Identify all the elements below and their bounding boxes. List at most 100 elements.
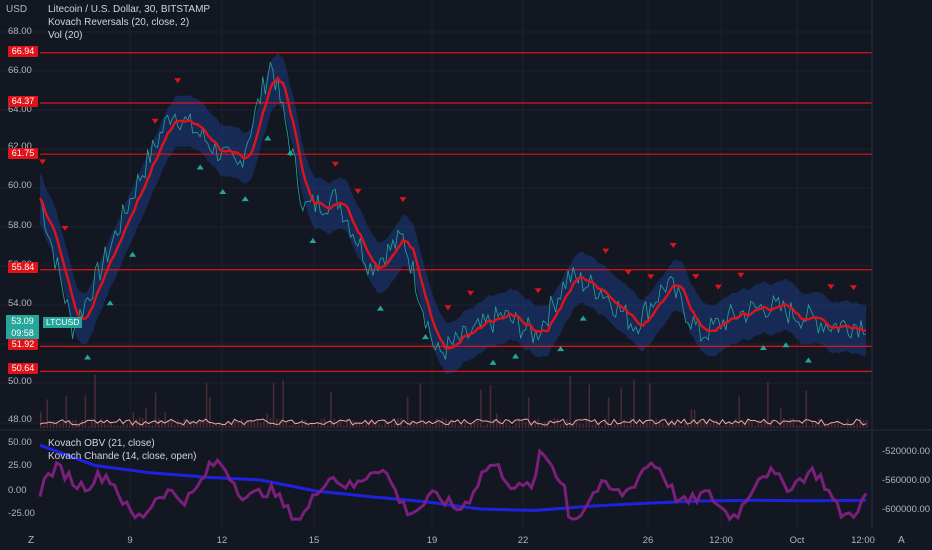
volume-bar	[515, 422, 517, 428]
volume-bar	[550, 425, 552, 428]
volume-bar	[760, 424, 763, 428]
volume-bar	[779, 408, 782, 428]
volume-bar	[853, 424, 855, 428]
volume-bar	[145, 407, 147, 428]
volume-bar	[177, 419, 179, 428]
volume-bar	[237, 422, 240, 428]
volume-bar	[212, 424, 214, 428]
volume-bar	[741, 424, 744, 428]
current-price: 53.09	[11, 316, 34, 326]
volume-bar	[307, 425, 310, 428]
volume-bar	[639, 423, 642, 428]
reversal-down-marker	[354, 188, 362, 194]
volume-bar	[751, 422, 753, 428]
indicator-kovach-reversals[interactable]: Kovach Reversals (20, close, 2)	[48, 17, 189, 28]
zoom-toggle-icon[interactable]: Z	[28, 535, 34, 546]
level-label: 66.94	[8, 46, 38, 57]
volume-bar	[719, 425, 721, 428]
volume-bar	[403, 425, 406, 428]
reversal-down-marker	[692, 274, 700, 280]
price-chart-canvas[interactable]	[0, 0, 932, 550]
volume-bar	[52, 420, 55, 428]
volume-bar	[355, 421, 358, 428]
time-tick: 12:00	[851, 535, 875, 546]
reversal-up-marker	[309, 238, 317, 244]
reversal-down-marker	[444, 305, 452, 311]
volume-bar	[802, 425, 804, 428]
volume-bar	[572, 425, 575, 428]
volume-bar	[62, 422, 64, 428]
volume-bar	[186, 423, 189, 428]
volume-bar	[467, 425, 469, 428]
volume-bar	[215, 424, 217, 428]
volume-bar	[815, 423, 817, 428]
volume-bar	[65, 395, 68, 428]
volume-bar	[856, 423, 858, 428]
reversal-up-marker	[759, 344, 767, 350]
volume-bar	[387, 421, 390, 428]
volume-bar	[457, 425, 460, 428]
level-label: 61.75	[8, 148, 38, 159]
volume-bar	[735, 418, 737, 428]
volume-bar	[783, 418, 785, 428]
reversal-down-marker	[624, 269, 632, 275]
volume-bar	[480, 389, 482, 428]
volume-bar	[438, 422, 441, 428]
volume-bar	[301, 418, 304, 428]
volume-bar	[620, 387, 622, 428]
indicator-kovach-obv[interactable]: Kovach OBV (21, close)	[48, 438, 155, 449]
volume-bar	[97, 424, 99, 428]
volume-bar	[225, 424, 227, 428]
reversal-down-marker	[534, 288, 542, 294]
volume-bar	[846, 418, 849, 428]
symbol-title[interactable]: Litecoin / U.S. Dollar, 30, BITSTAMP	[48, 4, 210, 15]
volume-bar	[314, 426, 316, 428]
kovach-reversal-band	[40, 52, 866, 374]
volume-bar	[260, 422, 262, 428]
volume-bar	[588, 384, 591, 428]
volume-bar	[49, 422, 52, 428]
volume-bar	[247, 420, 249, 428]
volume-bar	[327, 425, 329, 428]
volume-bar	[381, 425, 383, 428]
reversal-up-marker	[286, 150, 294, 156]
volume-bar	[263, 420, 265, 428]
volume-bar	[151, 425, 154, 428]
volume-bar	[645, 420, 648, 428]
volume-bar	[371, 422, 374, 428]
indicator-volume[interactable]: Vol (20)	[48, 30, 82, 41]
chande-tick: 0.00	[8, 485, 27, 496]
volume-bar	[684, 421, 686, 428]
volume-bar	[397, 418, 399, 428]
time-tick: 15	[308, 535, 320, 546]
reversal-down-marker	[331, 161, 339, 167]
volume-bar	[339, 419, 342, 428]
volume-bar	[75, 419, 77, 428]
volume-bar	[834, 424, 836, 428]
volume-bar	[199, 420, 202, 428]
volume-bar	[126, 424, 128, 428]
price-tick: 48.00	[8, 414, 32, 425]
volume-bar	[317, 423, 320, 428]
volume-bar	[767, 381, 769, 428]
indicator-kovach-chande[interactable]: Kovach Chande (14, close, open)	[48, 451, 196, 462]
volume-bar	[113, 425, 115, 428]
volume-bar	[527, 397, 530, 428]
volume-bar	[384, 422, 386, 428]
volume-bar	[610, 425, 613, 428]
volume-bar	[180, 424, 182, 428]
volume-bar	[840, 425, 843, 428]
volume-bar	[100, 418, 103, 428]
current-price-badge: 53.09 09:58	[6, 315, 39, 339]
volume-bar	[132, 412, 135, 428]
time-tick: 26	[642, 535, 654, 546]
volume-bar	[435, 418, 438, 428]
auto-scale-icon[interactable]: A	[898, 535, 905, 546]
volume-bar	[164, 412, 166, 428]
symbol-tag: LTCUSD	[43, 317, 83, 328]
volume-bar	[690, 409, 693, 428]
volume-bar	[59, 424, 61, 428]
volume-bar	[394, 422, 396, 428]
volume-bar	[630, 418, 632, 428]
volume-bar	[256, 420, 259, 428]
